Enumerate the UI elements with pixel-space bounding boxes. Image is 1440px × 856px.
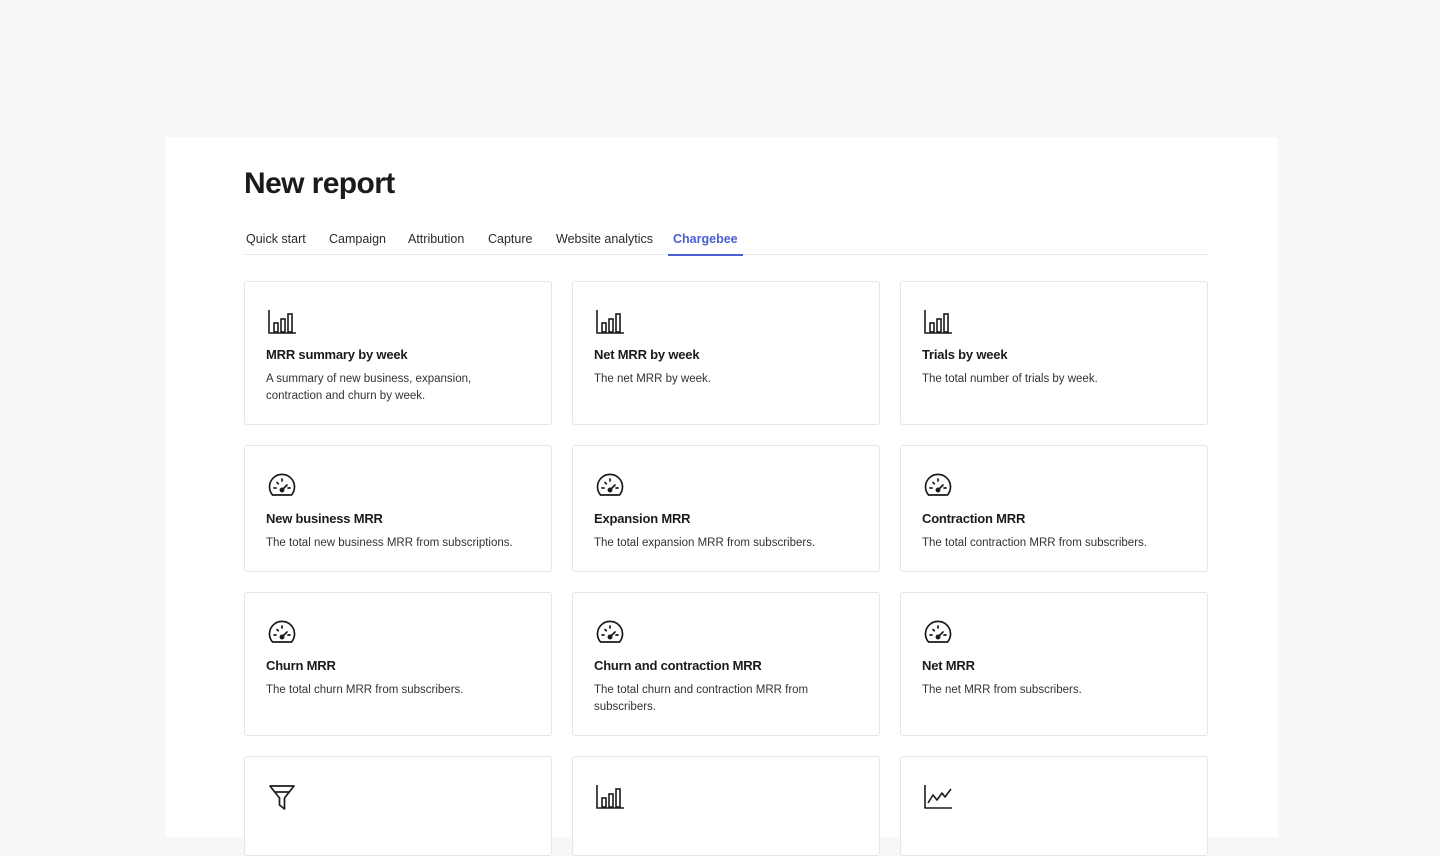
tab-capture[interactable]: Capture bbox=[488, 231, 532, 255]
card-title: Expansion MRR bbox=[594, 511, 691, 526]
page-title: New report bbox=[244, 167, 395, 200]
card-description: A summary of new business, expansion, co… bbox=[266, 373, 472, 402]
report-card-net-mrr-by-week[interactable]: Net MRR by week The net MRR by week. bbox=[572, 281, 880, 425]
card-description: The total new business MRR from subscrip… bbox=[266, 537, 513, 549]
funnel-icon bbox=[266, 781, 298, 813]
report-card-expansion-mrr[interactable]: Expansion MRR The total expansion MRR fr… bbox=[572, 445, 880, 572]
line-chart-icon bbox=[922, 781, 954, 813]
card-description: The net MRR from subscribers. bbox=[922, 684, 1082, 696]
card-description: The total churn and contraction MRR from… bbox=[594, 684, 809, 713]
card-title: Net MRR bbox=[922, 658, 975, 673]
card-title: Churn and contraction MRR bbox=[594, 658, 762, 673]
report-card-mrr-summary-by-week[interactable]: MRR summary by week A summary of new bus… bbox=[244, 281, 552, 425]
gauge-icon bbox=[594, 617, 626, 649]
card-title: Contraction MRR bbox=[922, 511, 1026, 526]
tab-website-analytics[interactable]: Website analytics bbox=[556, 231, 653, 255]
report-card-contraction-mrr[interactable]: Contraction MRR The total contraction MR… bbox=[900, 445, 1208, 572]
card-description: The total churn MRR from subscribers. bbox=[266, 684, 464, 696]
bar-chart-icon bbox=[594, 781, 626, 813]
gauge-icon bbox=[922, 617, 954, 649]
card-title: MRR summary by week bbox=[266, 347, 408, 362]
report-card-churn-and-contraction-mrr[interactable]: Churn and contraction MRR The total chur… bbox=[572, 592, 880, 736]
card-title: New business MRR bbox=[266, 511, 383, 526]
bar-chart-icon bbox=[594, 306, 626, 338]
card-title: Trials by week bbox=[922, 347, 1008, 362]
card-description: The total expansion MRR from subscribers… bbox=[594, 537, 816, 549]
gauge-icon bbox=[266, 470, 298, 502]
report-card-line-chart[interactable] bbox=[900, 756, 1208, 856]
card-description: The net MRR by week. bbox=[594, 373, 711, 385]
card-title: Churn MRR bbox=[266, 658, 336, 673]
gauge-icon bbox=[266, 617, 298, 649]
card-description: The total number of trials by week. bbox=[922, 373, 1098, 385]
tab-quick-start[interactable]: Quick start bbox=[246, 231, 306, 255]
report-card-funnel[interactable] bbox=[244, 756, 552, 856]
gauge-icon bbox=[594, 470, 626, 502]
card-description: The total contraction MRR from subscribe… bbox=[922, 537, 1147, 549]
report-card-trials-by-week[interactable]: Trials by week The total number of trial… bbox=[900, 281, 1208, 425]
report-card-bar-chart[interactable] bbox=[572, 756, 880, 856]
gauge-icon bbox=[922, 470, 954, 502]
report-type-tabs: Quick start Campaign Attribution Capture… bbox=[244, 231, 1208, 256]
bar-chart-icon bbox=[922, 306, 954, 338]
report-panel: New report Quick start Campaign Attribut… bbox=[166, 137, 1278, 856]
report-card-new-business-mrr[interactable]: New business MRR The total new business … bbox=[244, 445, 552, 572]
card-title: Net MRR by week bbox=[594, 347, 700, 362]
tab-campaign[interactable]: Campaign bbox=[329, 231, 386, 255]
tab-attribution[interactable]: Attribution bbox=[408, 231, 464, 255]
report-card-churn-mrr[interactable]: Churn MRR The total churn MRR from subsc… bbox=[244, 592, 552, 736]
bar-chart-icon bbox=[266, 306, 298, 338]
tab-chargebee[interactable]: Chargebee bbox=[668, 231, 743, 256]
report-card-net-mrr[interactable]: Net MRR The net MRR from subscribers. bbox=[900, 592, 1208, 736]
